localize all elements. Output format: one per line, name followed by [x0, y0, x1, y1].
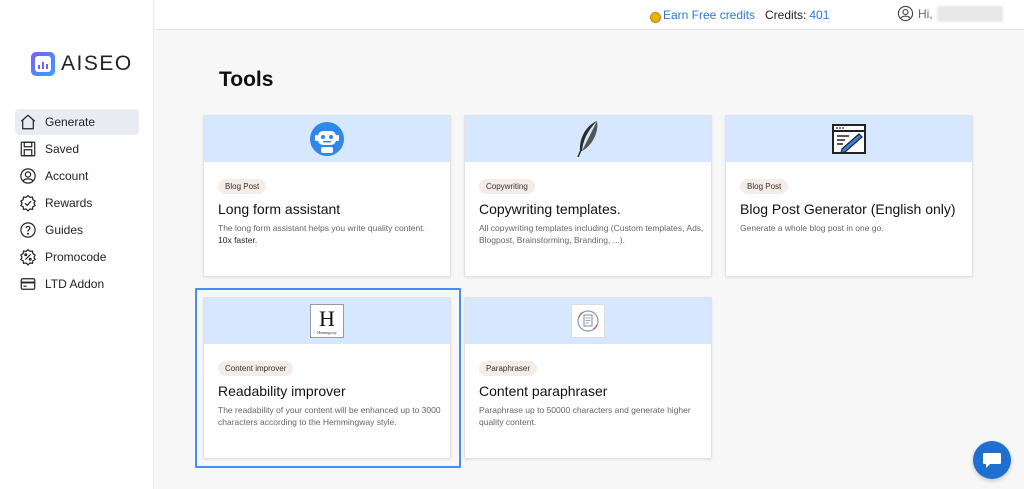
robot-icon [310, 122, 344, 156]
brand-logo[interactable]: AISEO [31, 52, 133, 76]
user-avatar-icon [897, 5, 914, 22]
tool-card-content-paraphraser[interactable]: Paraphraser Content paraphraser Paraphra… [464, 297, 712, 459]
card-title: Readability improver [218, 383, 346, 399]
card-description-extra: 10x faster. [218, 235, 258, 245]
sidebar-item-generate[interactable]: Generate [15, 109, 139, 135]
sidebar-item-label: Rewards [45, 196, 93, 210]
card-tag: Blog Post [740, 179, 789, 194]
user-menu[interactable]: Hi, [897, 5, 1003, 22]
sidebar-item-label: Saved [45, 142, 80, 156]
card-banner [204, 116, 450, 162]
card-description-text: The long form assistant helps you write … [218, 223, 425, 233]
card-title: Long form assistant [218, 201, 341, 217]
card-banner [465, 298, 711, 344]
user-icon [20, 168, 36, 184]
sidebar-item-ltd-addon[interactable]: LTD Addon [15, 271, 139, 297]
sidebar-item-label: Promocode [45, 250, 107, 264]
card-tag: Blog Post [218, 179, 267, 194]
greeting: Hi, [918, 6, 933, 21]
logo-icon [31, 52, 55, 76]
save-icon [20, 141, 36, 157]
sidebar: AISEO Generate Saved Account Rewards Gui… [0, 0, 154, 489]
paraphrase-icon [571, 304, 605, 338]
credits-display: Credits: 401 [765, 8, 829, 22]
tool-card-copywriting-templates[interactable]: Copywriting Copywriting templates. All c… [464, 115, 712, 277]
card-description: All copywriting templates including (Cus… [479, 223, 704, 245]
feather-icon [577, 121, 598, 158]
sidebar-nav: Generate Saved Account Rewards Guides Pr… [15, 109, 139, 298]
card-banner [465, 116, 711, 162]
badge-check-icon [20, 194, 36, 212]
tool-card-long-form-assistant[interactable]: Blog Post Long form assistant The long f… [203, 115, 451, 277]
top-bar: Earn Free credits Credits: 401 Hi, [155, 0, 1024, 30]
sidebar-item-saved[interactable]: Saved [15, 136, 139, 162]
page-title: Tools [219, 68, 274, 91]
card-description: The readability of your content will be … [218, 405, 441, 427]
medal-icon [649, 9, 661, 23]
user-name-redacted [936, 5, 1003, 22]
sidebar-item-label: Generate [45, 115, 96, 129]
sidebar-item-account[interactable]: Account [15, 163, 139, 189]
tool-card-readability-improver[interactable]: H Hemingway Content improver Readability… [203, 297, 451, 459]
card-title: Content paraphraser [479, 383, 608, 399]
card-description: The long form assistant helps you write … [218, 222, 443, 246]
chat-bubble-icon [983, 453, 1001, 468]
brand-name: AISEO [61, 52, 133, 75]
card-tag: Content improver [218, 361, 294, 376]
hemingway-icon-letter: H [319, 305, 335, 331]
card-title: Copywriting templates. [479, 201, 621, 217]
question-icon [20, 222, 36, 238]
hemingway-icon: H Hemingway [310, 304, 344, 338]
card-banner [726, 116, 972, 162]
card-banner: H Hemingway [204, 298, 450, 344]
sidebar-item-rewards[interactable]: Rewards [15, 190, 139, 216]
card-title: Blog Post Generator (English only) [740, 201, 956, 217]
earn-free-credits-label: Earn Free credits [663, 8, 756, 22]
sidebar-item-label: LTD Addon [45, 277, 105, 291]
earn-free-credits-link[interactable]: Earn Free credits [649, 8, 756, 23]
credits-value: 401 [809, 8, 830, 22]
home-icon [20, 114, 36, 130]
chat-button[interactable] [973, 441, 1011, 479]
card-icon [20, 278, 36, 290]
card-description: Generate a whole blog post in one go. [740, 223, 884, 233]
sidebar-item-promocode[interactable]: Promocode [15, 244, 139, 270]
hemingway-icon-caption: Hemingway [317, 329, 337, 335]
card-tag: Paraphraser [479, 361, 538, 376]
sidebar-item-label: Guides [45, 223, 84, 237]
edit-window-icon [832, 124, 866, 154]
sidebar-item-guides[interactable]: Guides [15, 217, 139, 243]
discount-icon [20, 248, 36, 266]
card-tag: Copywriting [479, 179, 535, 194]
tool-card-blog-post-generator[interactable]: Blog Post Blog Post Generator (English o… [725, 115, 973, 277]
card-description: Paraphrase up to 50000 characters and ge… [479, 405, 691, 427]
sidebar-item-label: Account [45, 169, 89, 183]
credits-label: Credits: [765, 8, 807, 22]
